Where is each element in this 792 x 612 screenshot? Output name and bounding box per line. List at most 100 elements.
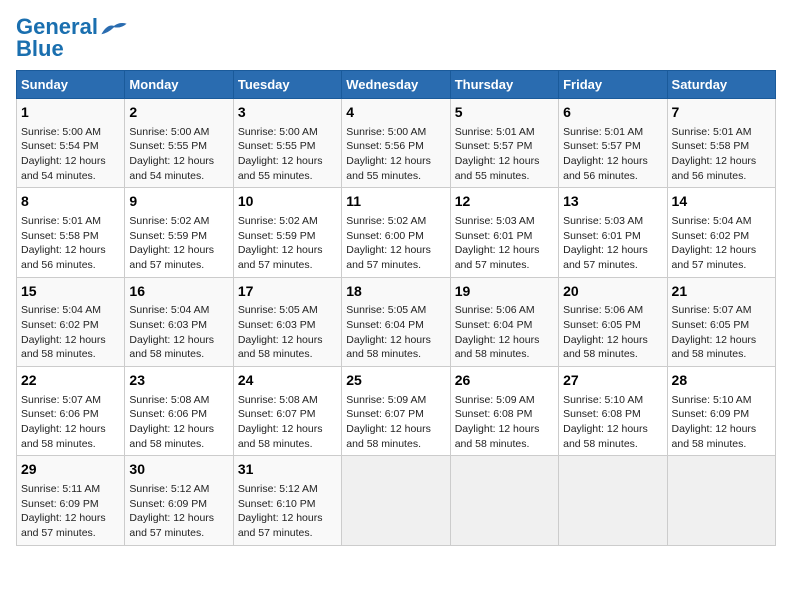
day-number: 8: [21, 192, 120, 212]
calendar-week-row: 8Sunrise: 5:01 AM Sunset: 5:58 PM Daylig…: [17, 188, 776, 277]
column-header-saturday: Saturday: [667, 71, 775, 99]
day-number: 19: [455, 282, 554, 302]
calendar-cell: 22Sunrise: 5:07 AM Sunset: 6:06 PM Dayli…: [17, 367, 125, 456]
day-info: Sunrise: 5:05 AM Sunset: 6:03 PM Dayligh…: [238, 303, 337, 362]
calendar-body: 1Sunrise: 5:00 AM Sunset: 5:54 PM Daylig…: [17, 99, 776, 546]
day-number: 25: [346, 371, 445, 391]
column-header-friday: Friday: [559, 71, 667, 99]
day-info: Sunrise: 5:09 AM Sunset: 6:08 PM Dayligh…: [455, 393, 554, 452]
day-number: 27: [563, 371, 662, 391]
day-info: Sunrise: 5:02 AM Sunset: 5:59 PM Dayligh…: [238, 214, 337, 273]
day-number: 26: [455, 371, 554, 391]
day-number: 16: [129, 282, 228, 302]
calendar-week-row: 15Sunrise: 5:04 AM Sunset: 6:02 PM Dayli…: [17, 277, 776, 366]
day-number: 13: [563, 192, 662, 212]
calendar-cell: 28Sunrise: 5:10 AM Sunset: 6:09 PM Dayli…: [667, 367, 775, 456]
logo-bird-icon: [100, 20, 128, 38]
calendar-cell: 1Sunrise: 5:00 AM Sunset: 5:54 PM Daylig…: [17, 99, 125, 188]
day-info: Sunrise: 5:00 AM Sunset: 5:55 PM Dayligh…: [238, 125, 337, 184]
calendar-cell: 4Sunrise: 5:00 AM Sunset: 5:56 PM Daylig…: [342, 99, 450, 188]
calendar-cell: 31Sunrise: 5:12 AM Sunset: 6:10 PM Dayli…: [233, 456, 341, 545]
day-number: 18: [346, 282, 445, 302]
calendar-cell: 7Sunrise: 5:01 AM Sunset: 5:58 PM Daylig…: [667, 99, 775, 188]
calendar-header-row: SundayMondayTuesdayWednesdayThursdayFrid…: [17, 71, 776, 99]
day-number: 11: [346, 192, 445, 212]
calendar-cell: 24Sunrise: 5:08 AM Sunset: 6:07 PM Dayli…: [233, 367, 341, 456]
day-info: Sunrise: 5:06 AM Sunset: 6:04 PM Dayligh…: [455, 303, 554, 362]
day-number: 14: [672, 192, 771, 212]
column-header-tuesday: Tuesday: [233, 71, 341, 99]
day-number: 2: [129, 103, 228, 123]
day-number: 24: [238, 371, 337, 391]
calendar-cell: [559, 456, 667, 545]
calendar-cell: [450, 456, 558, 545]
day-info: Sunrise: 5:04 AM Sunset: 6:03 PM Dayligh…: [129, 303, 228, 362]
logo: General Blue: [16, 16, 128, 60]
day-info: Sunrise: 5:11 AM Sunset: 6:09 PM Dayligh…: [21, 482, 120, 541]
day-info: Sunrise: 5:00 AM Sunset: 5:55 PM Dayligh…: [129, 125, 228, 184]
day-info: Sunrise: 5:00 AM Sunset: 5:54 PM Dayligh…: [21, 125, 120, 184]
day-number: 7: [672, 103, 771, 123]
day-info: Sunrise: 5:12 AM Sunset: 6:09 PM Dayligh…: [129, 482, 228, 541]
day-info: Sunrise: 5:00 AM Sunset: 5:56 PM Dayligh…: [346, 125, 445, 184]
day-info: Sunrise: 5:01 AM Sunset: 5:58 PM Dayligh…: [21, 214, 120, 273]
day-number: 28: [672, 371, 771, 391]
logo-text: General Blue: [16, 16, 98, 60]
calendar-cell: 20Sunrise: 5:06 AM Sunset: 6:05 PM Dayli…: [559, 277, 667, 366]
day-info: Sunrise: 5:03 AM Sunset: 6:01 PM Dayligh…: [455, 214, 554, 273]
calendar-week-row: 1Sunrise: 5:00 AM Sunset: 5:54 PM Daylig…: [17, 99, 776, 188]
column-header-thursday: Thursday: [450, 71, 558, 99]
day-number: 1: [21, 103, 120, 123]
calendar-cell: 17Sunrise: 5:05 AM Sunset: 6:03 PM Dayli…: [233, 277, 341, 366]
calendar-cell: 19Sunrise: 5:06 AM Sunset: 6:04 PM Dayli…: [450, 277, 558, 366]
day-number: 6: [563, 103, 662, 123]
day-info: Sunrise: 5:04 AM Sunset: 6:02 PM Dayligh…: [672, 214, 771, 273]
calendar-cell: [667, 456, 775, 545]
day-info: Sunrise: 5:02 AM Sunset: 5:59 PM Dayligh…: [129, 214, 228, 273]
calendar-cell: 29Sunrise: 5:11 AM Sunset: 6:09 PM Dayli…: [17, 456, 125, 545]
calendar-cell: 12Sunrise: 5:03 AM Sunset: 6:01 PM Dayli…: [450, 188, 558, 277]
calendar-cell: 3Sunrise: 5:00 AM Sunset: 5:55 PM Daylig…: [233, 99, 341, 188]
day-number: 15: [21, 282, 120, 302]
day-info: Sunrise: 5:01 AM Sunset: 5:57 PM Dayligh…: [455, 125, 554, 184]
calendar-cell: 14Sunrise: 5:04 AM Sunset: 6:02 PM Dayli…: [667, 188, 775, 277]
calendar-cell: 8Sunrise: 5:01 AM Sunset: 5:58 PM Daylig…: [17, 188, 125, 277]
day-info: Sunrise: 5:06 AM Sunset: 6:05 PM Dayligh…: [563, 303, 662, 362]
day-info: Sunrise: 5:03 AM Sunset: 6:01 PM Dayligh…: [563, 214, 662, 273]
day-info: Sunrise: 5:02 AM Sunset: 6:00 PM Dayligh…: [346, 214, 445, 273]
column-header-sunday: Sunday: [17, 71, 125, 99]
column-header-monday: Monday: [125, 71, 233, 99]
day-number: 23: [129, 371, 228, 391]
page-header: General Blue: [16, 16, 776, 60]
day-info: Sunrise: 5:08 AM Sunset: 6:07 PM Dayligh…: [238, 393, 337, 452]
calendar-cell: 6Sunrise: 5:01 AM Sunset: 5:57 PM Daylig…: [559, 99, 667, 188]
day-info: Sunrise: 5:01 AM Sunset: 5:57 PM Dayligh…: [563, 125, 662, 184]
day-number: 20: [563, 282, 662, 302]
day-number: 21: [672, 282, 771, 302]
calendar-cell: 11Sunrise: 5:02 AM Sunset: 6:00 PM Dayli…: [342, 188, 450, 277]
calendar-cell: 16Sunrise: 5:04 AM Sunset: 6:03 PM Dayli…: [125, 277, 233, 366]
calendar-cell: 30Sunrise: 5:12 AM Sunset: 6:09 PM Dayli…: [125, 456, 233, 545]
calendar-cell: 18Sunrise: 5:05 AM Sunset: 6:04 PM Dayli…: [342, 277, 450, 366]
calendar-cell: 9Sunrise: 5:02 AM Sunset: 5:59 PM Daylig…: [125, 188, 233, 277]
day-info: Sunrise: 5:07 AM Sunset: 6:06 PM Dayligh…: [21, 393, 120, 452]
calendar-table: SundayMondayTuesdayWednesdayThursdayFrid…: [16, 70, 776, 546]
day-info: Sunrise: 5:05 AM Sunset: 6:04 PM Dayligh…: [346, 303, 445, 362]
day-info: Sunrise: 5:09 AM Sunset: 6:07 PM Dayligh…: [346, 393, 445, 452]
calendar-cell: 27Sunrise: 5:10 AM Sunset: 6:08 PM Dayli…: [559, 367, 667, 456]
calendar-cell: 5Sunrise: 5:01 AM Sunset: 5:57 PM Daylig…: [450, 99, 558, 188]
column-header-wednesday: Wednesday: [342, 71, 450, 99]
calendar-cell: 21Sunrise: 5:07 AM Sunset: 6:05 PM Dayli…: [667, 277, 775, 366]
day-info: Sunrise: 5:01 AM Sunset: 5:58 PM Dayligh…: [672, 125, 771, 184]
calendar-cell: 2Sunrise: 5:00 AM Sunset: 5:55 PM Daylig…: [125, 99, 233, 188]
calendar-cell: 10Sunrise: 5:02 AM Sunset: 5:59 PM Dayli…: [233, 188, 341, 277]
day-number: 5: [455, 103, 554, 123]
day-number: 9: [129, 192, 228, 212]
calendar-cell: [342, 456, 450, 545]
day-info: Sunrise: 5:04 AM Sunset: 6:02 PM Dayligh…: [21, 303, 120, 362]
calendar-cell: 15Sunrise: 5:04 AM Sunset: 6:02 PM Dayli…: [17, 277, 125, 366]
calendar-cell: 26Sunrise: 5:09 AM Sunset: 6:08 PM Dayli…: [450, 367, 558, 456]
day-number: 22: [21, 371, 120, 391]
day-number: 3: [238, 103, 337, 123]
day-number: 4: [346, 103, 445, 123]
